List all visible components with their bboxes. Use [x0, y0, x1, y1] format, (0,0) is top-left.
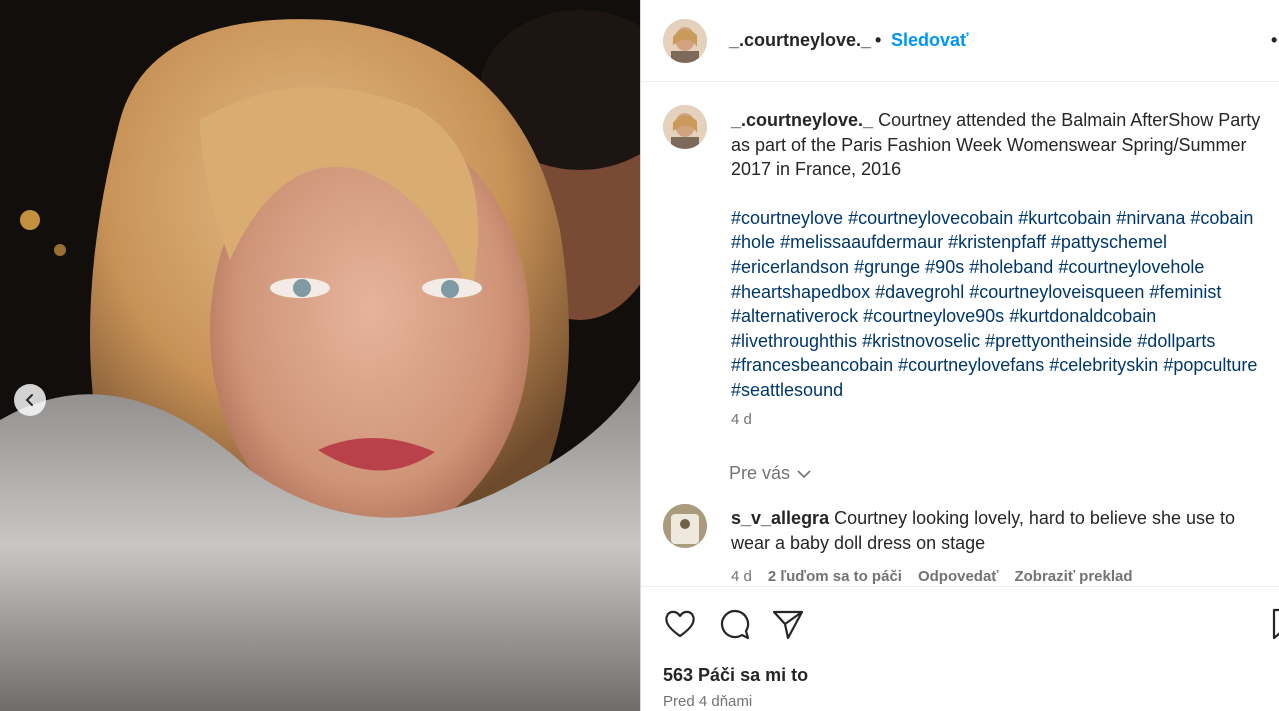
- hashtag-link[interactable]: #livethroughthis: [731, 331, 857, 351]
- chevron-left-icon: [25, 394, 33, 406]
- hashtag-link[interactable]: #courtneylovehole: [1058, 257, 1204, 277]
- hashtag-link[interactable]: #grunge: [854, 257, 920, 277]
- header-username[interactable]: _.courtneylove._: [729, 30, 871, 51]
- hashtag-link[interactable]: #davegrohl: [875, 282, 964, 302]
- follow-button[interactable]: Sledovať: [891, 30, 969, 51]
- share-icon[interactable]: [771, 607, 805, 641]
- hashtag-link[interactable]: #heartshapedbox: [731, 282, 870, 302]
- hashtag-link[interactable]: #melissaaufdermaur: [780, 232, 943, 252]
- comment-timestamp[interactable]: 4 d: [731, 568, 752, 585]
- heart-icon[interactable]: [663, 607, 697, 641]
- hashtag-link[interactable]: #pattyschemel: [1051, 232, 1167, 252]
- for-you-label: Pre vás: [729, 463, 791, 483]
- caption-text: _.courtneylove._ Courtney attended the B…: [731, 108, 1279, 403]
- translate-button[interactable]: Zobraziť preklad: [1014, 568, 1132, 585]
- hashtag-link[interactable]: #prettyontheinside: [985, 331, 1132, 351]
- post-date[interactable]: Pred 4 dňami: [663, 693, 752, 710]
- previous-image-button[interactable]: [14, 384, 46, 416]
- post-image: [0, 0, 640, 711]
- comment-text: s_v_allegra Courtney looking lovely, har…: [731, 506, 1271, 556]
- for-you-toggle[interactable]: Pre vás: [729, 463, 812, 484]
- comment-meta: 4 d 2 ľuďom sa to páči Odpovedať Zobrazi…: [731, 568, 1149, 585]
- comment-username[interactable]: s_v_allegra: [731, 508, 829, 528]
- avatar[interactable]: [663, 19, 707, 63]
- caption-timestamp[interactable]: 4 d: [731, 411, 752, 428]
- post-actions: 563 Páči sa mi to Pred 4 dňami: [641, 586, 1279, 711]
- hashtag-link[interactable]: #courtneylovefans: [898, 355, 1044, 375]
- bookmark-icon[interactable]: [1269, 607, 1279, 641]
- avatar[interactable]: [663, 105, 707, 149]
- hashtag-link[interactable]: #popculture: [1163, 355, 1257, 375]
- hashtag-link[interactable]: #alternativerock: [731, 306, 858, 326]
- hashtag-link[interactable]: #seattlesound: [731, 380, 843, 400]
- more-options-button[interactable]: •: [1271, 30, 1277, 51]
- hashtag-link[interactable]: #kristnovoselic: [862, 331, 980, 351]
- hashtag-list: #courtneylove #courtneylovecobain #kurtc…: [731, 206, 1279, 403]
- hashtag-link[interactable]: #courtneylove: [731, 208, 843, 228]
- hashtag-link[interactable]: #courtneylove90s: [863, 306, 1004, 326]
- hashtag-link[interactable]: #hole: [731, 232, 775, 252]
- hashtag-link[interactable]: #ericerlandson: [731, 257, 849, 277]
- hashtag-link[interactable]: #francesbeancobain: [731, 355, 893, 375]
- likes-count[interactable]: 563 Páči sa mi to: [663, 665, 808, 686]
- caption-username[interactable]: _.courtneylove._: [731, 110, 873, 130]
- portrait-photo: [0, 0, 640, 711]
- comment-likes[interactable]: 2 ľuďom sa to páči: [768, 568, 902, 585]
- hashtag-link[interactable]: #feminist: [1149, 282, 1221, 302]
- hashtag-link[interactable]: #cobain: [1190, 208, 1253, 228]
- hashtag-link[interactable]: #kristenpfaff: [948, 232, 1046, 252]
- hashtag-link[interactable]: #kurtcobain: [1018, 208, 1111, 228]
- reply-button[interactable]: Odpovedať: [918, 568, 999, 585]
- post-header: _.courtneylove._ • Sledovať •: [641, 0, 1279, 82]
- hashtag-link[interactable]: #nirvana: [1116, 208, 1185, 228]
- comments-area[interactable]: _.courtneylove._ Courtney attended the B…: [641, 83, 1279, 586]
- hashtag-link[interactable]: #holeband: [969, 257, 1053, 277]
- hashtag-link[interactable]: #dollparts: [1137, 331, 1215, 351]
- hashtag-link[interactable]: #celebrityskin: [1049, 355, 1158, 375]
- separator-dot: •: [875, 30, 882, 50]
- post-details-panel: _.courtneylove._ • Sledovať • _.courtney…: [640, 0, 1279, 711]
- avatar[interactable]: [663, 504, 707, 548]
- chevron-down-icon: [797, 469, 811, 478]
- hashtag-link[interactable]: #courtneylovecobain: [848, 208, 1013, 228]
- hashtag-link[interactable]: #90s: [925, 257, 964, 277]
- comment-icon[interactable]: [717, 607, 751, 641]
- hashtag-link[interactable]: #kurtdonaldcobain: [1009, 306, 1156, 326]
- hashtag-link[interactable]: #courtneyloveisqueen: [969, 282, 1144, 302]
